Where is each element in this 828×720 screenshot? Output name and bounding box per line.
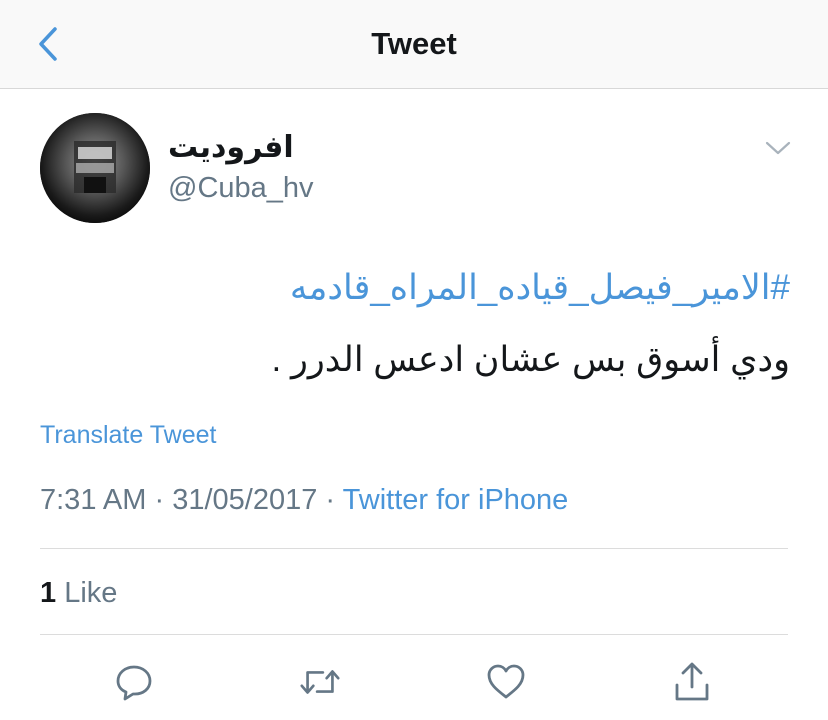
divider	[40, 548, 788, 549]
author-display-name[interactable]: افروديت	[168, 130, 294, 165]
hashtag-link[interactable]: #الامير_فيصل_قياده_المراه_قادمه	[290, 268, 790, 308]
tweet-time: 7:31 AM	[40, 484, 147, 516]
avatar[interactable]	[40, 113, 150, 223]
more-options-button[interactable]	[756, 130, 800, 166]
navigation-bar: Tweet	[0, 0, 828, 89]
like-count: 1	[40, 577, 57, 609]
like-label: Like	[64, 577, 118, 609]
heart-icon	[487, 664, 525, 699]
share-button[interactable]	[670, 660, 714, 704]
divider	[40, 634, 788, 635]
chevron-down-icon	[765, 141, 791, 155]
like-button[interactable]	[484, 660, 528, 704]
tweet-meta: 7:31 AM · 31/05/2017 · Twitter for iPhon…	[40, 484, 568, 517]
avatar-image	[40, 113, 150, 223]
share-icon	[675, 662, 709, 701]
tweet-text: ودي أسوق بس عشان ادعس الدرر .	[271, 340, 790, 379]
tweet-date: 31/05/2017	[172, 484, 318, 516]
page-title: Tweet	[371, 26, 457, 61]
translate-tweet-link[interactable]: Translate Tweet	[40, 421, 216, 450]
retweet-button[interactable]	[298, 660, 342, 704]
meta-separator: ·	[325, 484, 336, 516]
retweet-icon	[300, 670, 340, 694]
reply-button[interactable]	[112, 660, 156, 704]
tweet-source-link[interactable]: Twitter for iPhone	[343, 484, 569, 516]
meta-separator: ·	[154, 484, 165, 516]
author-handle[interactable]: @Cuba_hv	[168, 172, 314, 205]
reply-icon	[116, 665, 152, 701]
likes-summary[interactable]: 1 Like	[40, 577, 117, 610]
